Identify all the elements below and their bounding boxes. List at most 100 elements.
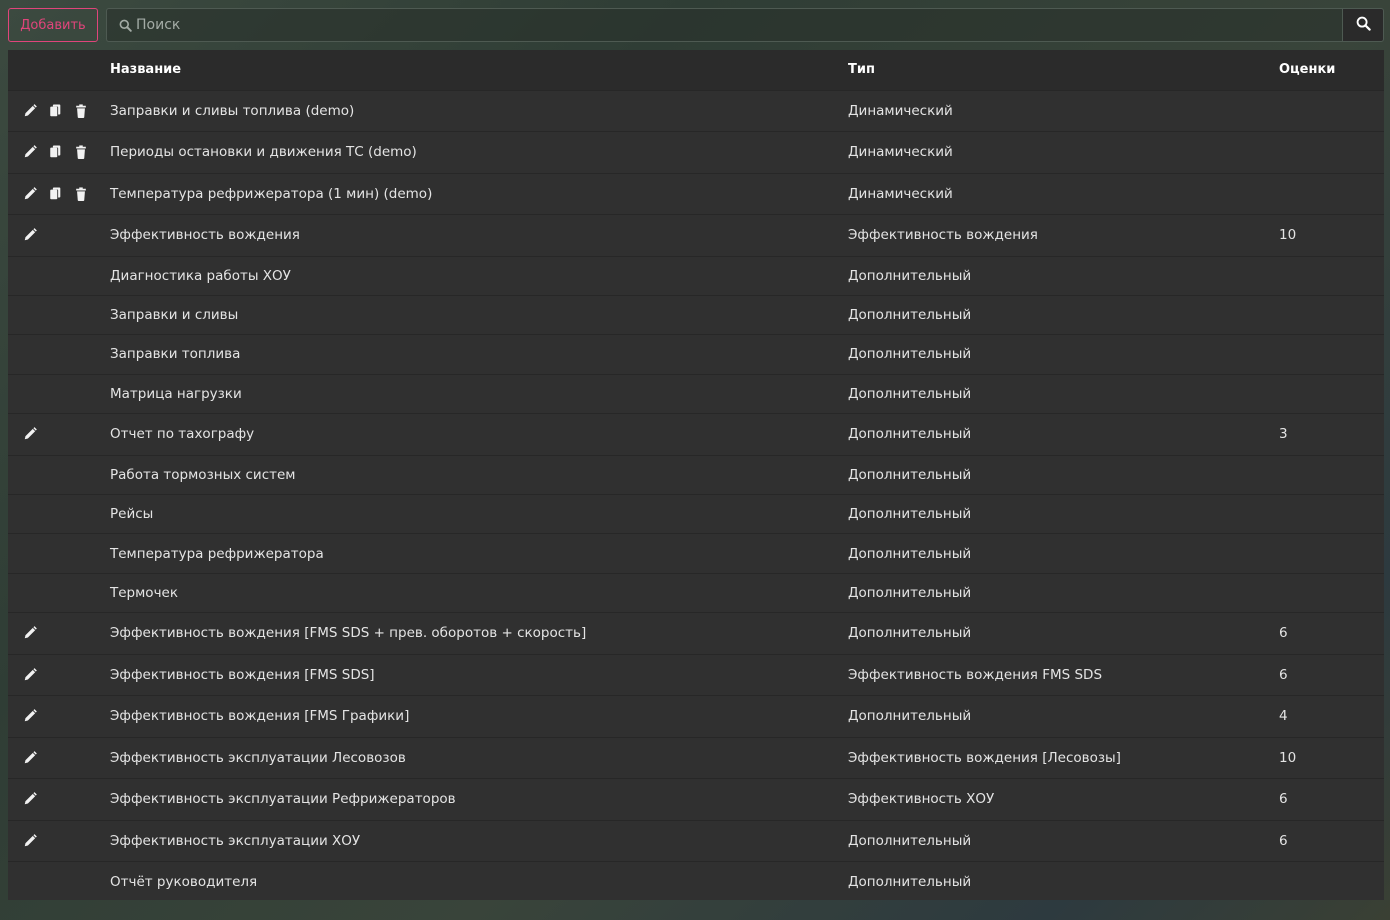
cell-name: Термочек <box>110 584 179 601</box>
table-row[interactable]: Эффективность вождения [FMS Графики] Допо… <box>8 695 1384 738</box>
pencil-icon[interactable] <box>23 225 49 245</box>
cell-scores: 6 <box>1279 625 1288 642</box>
table-row[interactable]: Заправки и сливы Дополнительный <box>8 295 1384 334</box>
row-actions <box>8 737 110 779</box>
trash-icon[interactable] <box>75 142 101 162</box>
table-row[interactable]: Рейсы Дополнительный <box>8 494 1384 533</box>
row-actions <box>8 374 110 413</box>
pencil-icon[interactable] <box>23 748 49 768</box>
cell-type: Дополнительный <box>848 873 972 890</box>
pencil-icon[interactable] <box>23 831 49 851</box>
cell-scores <box>1279 173 1384 215</box>
cell-scores: 6 <box>1279 791 1288 808</box>
cell-type: Динамический <box>848 102 953 119</box>
table-row[interactable]: Работа тормозных систем Дополнительный <box>8 455 1384 494</box>
toolbar: Добавить <box>8 8 1384 42</box>
cell-name: Периоды остановки и движения ТС (demo) <box>110 144 417 161</box>
table-row[interactable]: Периоды остановки и движения ТС (demo) Ди… <box>8 131 1384 174</box>
trash-icon[interactable] <box>75 184 101 204</box>
cell-name: Заправки и сливы <box>110 307 239 324</box>
cell-scores <box>1279 573 1384 612</box>
table-row[interactable]: Эффективность эксплуатации Лесовозов Эффе… <box>8 737 1384 779</box>
search-icon <box>1356 16 1371 35</box>
cell-name: Эффективность вождения [FMS SDS + прев. … <box>110 625 587 642</box>
table-row[interactable]: Температура рефрижератора Дополнительный <box>8 533 1384 573</box>
cell-type: Дополнительный <box>848 584 972 601</box>
table-row[interactable]: Отчёт руководителя Дополнительный <box>8 861 1384 900</box>
header-type[interactable]: Тип <box>848 50 1279 90</box>
cell-scores <box>1279 494 1384 533</box>
cell-name: Отчёт руководителя <box>110 873 258 890</box>
table-row[interactable]: Эффективность эксплуатации Рефрижераторо… <box>8 778 1384 821</box>
reports-table: Название Тип Оценки Заправки и сливы топ… <box>8 50 1384 900</box>
row-actions <box>8 455 110 494</box>
cell-name: Эффективность вождения <box>110 227 300 244</box>
pencil-icon[interactable] <box>23 101 49 121</box>
cell-type: Динамический <box>848 185 953 202</box>
copy-icon[interactable] <box>49 101 75 121</box>
table-row[interactable]: Заправки топлива Дополнительный <box>8 334 1384 374</box>
cell-type: Дополнительный <box>848 426 972 443</box>
trash-icon[interactable] <box>75 101 101 121</box>
header-scores[interactable]: Оценки <box>1279 50 1384 90</box>
cell-scores <box>1279 534 1384 573</box>
pencil-icon[interactable] <box>23 142 49 162</box>
add-button[interactable]: Добавить <box>8 8 98 42</box>
search-input[interactable] <box>136 9 1342 41</box>
row-actions <box>8 696 110 738</box>
copy-icon[interactable] <box>49 184 75 204</box>
table-row[interactable]: Эффективность вождения [FMS SDS + прев. … <box>8 612 1384 655</box>
row-actions <box>8 132 110 174</box>
cell-scores: 10 <box>1279 227 1297 244</box>
search-field[interactable] <box>106 8 1342 42</box>
table-row[interactable]: Эффективность эксплуатации ХОУ Дополнител… <box>8 820 1384 862</box>
cell-type: Дополнительный <box>848 832 972 849</box>
pencil-icon[interactable] <box>23 789 49 809</box>
cell-type: Динамический <box>848 144 953 161</box>
cell-type: Дополнительный <box>848 506 972 523</box>
cell-scores: 10 <box>1279 749 1297 766</box>
row-actions <box>8 414 110 456</box>
row-actions <box>8 613 110 655</box>
cell-type: Дополнительный <box>848 708 972 725</box>
pencil-icon[interactable] <box>23 623 49 643</box>
table-header: Название Тип Оценки <box>8 50 1384 90</box>
row-actions <box>8 862 110 900</box>
row-actions <box>8 335 110 374</box>
copy-icon[interactable] <box>49 142 75 162</box>
row-actions <box>8 779 110 821</box>
cell-scores: 3 <box>1279 426 1288 443</box>
cell-name: Температура рефрижератора (1 мин) (demo) <box>110 185 433 202</box>
table-row[interactable]: Диагностика работы ХОУ Дополнительный <box>8 256 1384 295</box>
cell-scores: 6 <box>1279 832 1288 849</box>
cell-scores <box>1279 862 1384 900</box>
cell-scores <box>1279 374 1384 413</box>
cell-type: Эффективность вождения FMS SDS <box>848 666 1103 683</box>
header-actions <box>8 50 110 90</box>
cell-type: Эффективность ХОУ <box>848 791 995 808</box>
reports-panel: Название Тип Оценки Заправки и сливы топ… <box>8 50 1384 900</box>
cell-name: Заправки и сливы топлива (demo) <box>110 102 355 119</box>
cell-scores <box>1279 335 1384 374</box>
header-name[interactable]: Название <box>110 50 848 90</box>
table-row[interactable]: Заправки и сливы топлива (demo) Динамичес… <box>8 90 1384 132</box>
table-row[interactable]: Эффективность вождения [FMS SDS] Эффектив… <box>8 654 1384 696</box>
row-actions <box>8 215 110 257</box>
table-row[interactable]: Отчет по тахографу Дополнительный 3 <box>8 413 1384 456</box>
table-row[interactable]: Температура рефрижератора (1 мин) (demo)… <box>8 173 1384 215</box>
cell-name: Работа тормозных систем <box>110 466 296 483</box>
table-row[interactable]: Матрица нагрузки Дополнительный <box>8 374 1384 413</box>
row-actions <box>8 534 110 573</box>
cell-scores <box>1279 256 1384 295</box>
row-actions <box>8 494 110 533</box>
pencil-icon[interactable] <box>23 665 49 685</box>
search-button[interactable] <box>1342 8 1384 42</box>
pencil-icon[interactable] <box>23 706 49 726</box>
table-row[interactable]: Эффективность вождения Эффективность вожд… <box>8 214 1384 257</box>
table-row[interactable]: Термочек Дополнительный <box>8 573 1384 612</box>
pencil-icon[interactable] <box>23 424 49 444</box>
pencil-icon[interactable] <box>23 184 49 204</box>
row-actions <box>8 295 110 334</box>
cell-name: Эффективность эксплуатации ХОУ <box>110 832 361 849</box>
cell-name: Температура рефрижератора <box>110 545 324 562</box>
